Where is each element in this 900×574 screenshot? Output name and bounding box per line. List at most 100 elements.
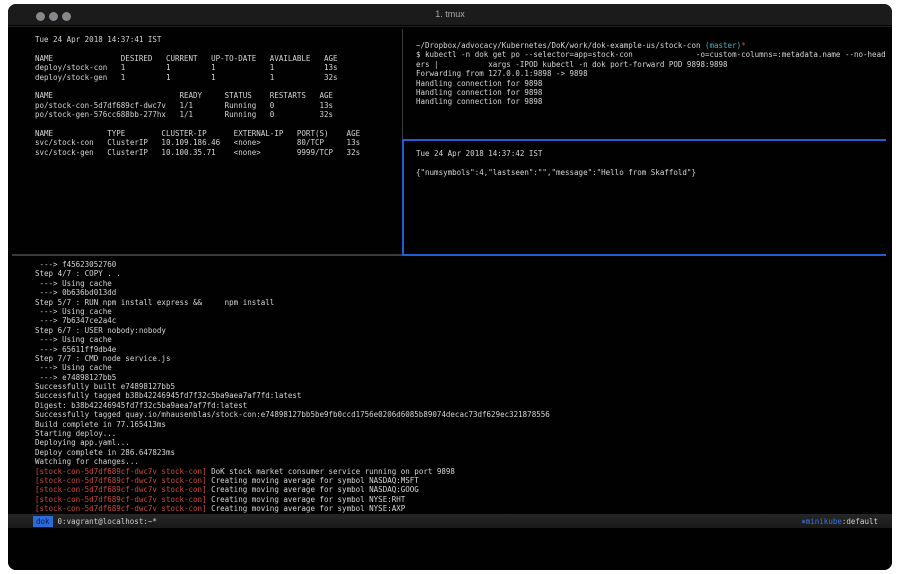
terminal-text-segment: ---> Using cache bbox=[35, 307, 112, 316]
terminal-text-segment: ~/Dropbox/advocacy/Kubernetes/DoK/work/d… bbox=[416, 41, 705, 50]
terminal-text-segment: ---> Using cache bbox=[35, 335, 112, 344]
terminal-text-segment: [stock-con-5d7df689cf-dwc7v stock-con] bbox=[35, 504, 207, 513]
terminal-text-segment: ---> f45623052760 bbox=[35, 260, 116, 269]
terminal-line: Step 4/7 : COPY . . bbox=[35, 269, 892, 278]
terminal-line: Build complete in 77.165413ms bbox=[35, 420, 892, 429]
terminal-line: ---> Using cache bbox=[35, 279, 892, 288]
terminal-text-segment: (master) bbox=[705, 41, 741, 50]
terminal-text-segment: Successfully tagged quay.io/mhausenblas/… bbox=[35, 410, 550, 419]
terminal-text-segment: po/stock-gen-576cc688bb-277hx 1/1 Runnin… bbox=[35, 110, 333, 119]
pane-skaffold-log[interactable]: ---> f45623052760Step 4/7 : COPY . . ---… bbox=[8, 256, 892, 513]
terminal-text-segment: ---> 65611ff9db4e bbox=[35, 345, 116, 354]
terminal-text-segment: Handling connection for 9898 bbox=[416, 88, 542, 97]
window-list-item[interactable]: 0:vagrant@localhost:~* bbox=[58, 517, 157, 526]
terminal-text-segment: Deploy complete in 286.647823ms bbox=[35, 448, 175, 457]
terminal-text-segment: NAME DESIRED CURRENT UP-TO-DATE AVAILABL… bbox=[35, 54, 338, 63]
terminal-line: NAME DESIRED CURRENT UP-TO-DATE AVAILABL… bbox=[35, 54, 402, 63]
titlebar: 1. tmux bbox=[8, 4, 892, 26]
terminal-line: $ kubectl -n dok get po --selector=app=s… bbox=[416, 50, 886, 59]
terminal-line: ers | xargs -IPOD kubectl -n dok port-fo… bbox=[416, 60, 886, 69]
tmux-terminal: Tue 24 Apr 2018 14:37:41 IST NAME DESIRE… bbox=[8, 26, 892, 570]
pane-kubectl-watch[interactable]: Tue 24 Apr 2018 14:37:41 IST NAME DESIRE… bbox=[8, 27, 402, 254]
terminal-text-segment: Creating moving average for symbol NASDA… bbox=[207, 485, 419, 494]
terminal-line: Tue 24 Apr 2018 14:37:42 IST bbox=[416, 149, 886, 158]
pane-divider-vertical-inactive bbox=[402, 29, 403, 139]
terminal-line: ---> 7b6347ce2a4c bbox=[35, 316, 892, 325]
terminal-text-segment: Successfully built e74898127bb5 bbox=[35, 382, 175, 391]
pane-service-output[interactable]: Tue 24 Apr 2018 14:37:42 IST {"numsymbol… bbox=[410, 141, 886, 254]
terminal-text-segment: Creating moving average for symbol NYSE:… bbox=[207, 504, 406, 513]
terminal-text-segment: svc/stock-con ClusterIP 10.109.186.46 <n… bbox=[35, 138, 360, 147]
terminal-line: deploy/stock-con 1 1 1 1 13s bbox=[35, 63, 402, 72]
terminal-text-segment: Forwarding from 127.0.0.1:9898 -> 9898 bbox=[416, 69, 588, 78]
terminal-line: Forwarding from 127.0.0.1:9898 -> 9898 bbox=[416, 69, 886, 78]
terminal-line: Starting deploy... bbox=[35, 429, 892, 438]
terminal-line bbox=[35, 44, 402, 53]
terminal-line: [stock-con-5d7df689cf-dwc7v stock-con] D… bbox=[35, 467, 892, 476]
kube-context-label: minikube bbox=[806, 517, 842, 526]
terminal-text-segment: Step 4/7 : COPY . . bbox=[35, 269, 121, 278]
tmux-status-bar: dok 0:vagrant@localhost:~* ⎈ minikube :d… bbox=[8, 514, 892, 528]
terminal-text-segment: Creating moving average for symbol NYSE:… bbox=[207, 495, 406, 504]
terminal-line: ---> Using cache bbox=[35, 307, 892, 316]
terminal-window: 1. tmux Tue 24 Apr 2018 14:37:41 IST NAM… bbox=[8, 4, 892, 570]
terminal-line: ---> e74898127bb5 bbox=[35, 373, 892, 382]
terminal-text-segment: ---> Using cache bbox=[35, 363, 112, 372]
terminal-text-segment: [stock-con-5d7df689cf-dwc7v stock-con] bbox=[35, 485, 207, 494]
terminal-line: [stock-con-5d7df689cf-dwc7v stock-con] C… bbox=[35, 504, 892, 513]
terminal-line: ---> 65611ff9db4e bbox=[35, 345, 892, 354]
status-left: dok 0:vagrant@localhost:~* bbox=[33, 516, 157, 527]
terminal-line: Successfully built e74898127bb5 bbox=[35, 382, 892, 391]
terminal-line: Digest: b38b42246945fd7f32c5ba9aea7af7fd… bbox=[35, 401, 892, 410]
terminal-text-segment: Starting deploy... bbox=[35, 429, 116, 438]
terminal-text-segment: Step 6/7 : USER nobody:nobody bbox=[35, 326, 166, 335]
terminal-line: po/stock-gen-576cc688bb-277hx 1/1 Runnin… bbox=[35, 110, 402, 119]
terminal-text-segment: deploy/stock-gen 1 1 1 1 32s bbox=[35, 73, 338, 82]
terminal-line bbox=[35, 120, 402, 129]
terminal-line: [stock-con-5d7df689cf-dwc7v stock-con] C… bbox=[35, 476, 892, 485]
terminal-text-segment: Build complete in 77.165413ms bbox=[35, 420, 166, 429]
terminal-line: Successfully tagged b38b42246945fd7f32c5… bbox=[35, 391, 892, 400]
terminal-line: svc/stock-gen ClusterIP 10.100.35.71 <no… bbox=[35, 148, 402, 157]
terminal-text-segment: Tue 24 Apr 2018 14:37:42 IST bbox=[416, 149, 542, 158]
terminal-line: Successfully tagged quay.io/mhausenblas/… bbox=[35, 410, 892, 419]
terminal-line: [stock-con-5d7df689cf-dwc7v stock-con] C… bbox=[35, 485, 892, 494]
pane-divider-horizontal-bottom-active bbox=[402, 254, 886, 256]
terminal-line: Handling connection for 9898 bbox=[416, 88, 886, 97]
terminal-line: po/stock-con-5d7df689cf-dwc7v 1/1 Runnin… bbox=[35, 101, 402, 110]
terminal-text-segment: {"numsymbols":4,"lastseen":"","message":… bbox=[416, 168, 696, 177]
terminal-text-segment: DoK stock market consumer service runnin… bbox=[207, 467, 455, 476]
terminal-text-segment: [stock-con-5d7df689cf-dwc7v stock-con] bbox=[35, 495, 207, 504]
terminal-line: {"numsymbols":4,"lastseen":"","message":… bbox=[416, 168, 886, 177]
terminal-line: Deploy complete in 286.647823ms bbox=[35, 448, 892, 457]
terminal-line: Tue 24 Apr 2018 14:37:41 IST bbox=[35, 35, 402, 44]
terminal-text-segment: ---> Using cache bbox=[35, 279, 112, 288]
terminal-line: ---> 0b636bd013dd bbox=[35, 288, 892, 297]
terminal-line: ---> Using cache bbox=[35, 335, 892, 344]
terminal-line: Step 5/7 : RUN npm install express && np… bbox=[35, 298, 892, 307]
pane-divider-horizontal-right-active bbox=[404, 139, 886, 141]
terminal-text-segment: deploy/stock-con 1 1 1 1 13s bbox=[35, 63, 338, 72]
terminal-text-segment: NAME READY STATUS RESTARTS AGE bbox=[35, 91, 333, 100]
terminal-line bbox=[35, 82, 402, 91]
terminal-text-segment: Step 5/7 : RUN npm install express && np… bbox=[35, 298, 274, 307]
pane-divider-horizontal-left-inactive bbox=[12, 254, 402, 256]
terminal-text-segment: ---> 0b636bd013dd bbox=[35, 288, 116, 297]
terminal-line: Deploying app.yaml... bbox=[35, 438, 892, 447]
terminal-text-segment: Handling connection for 9898 bbox=[416, 97, 542, 106]
terminal-text-segment: Creating moving average for symbol NASDA… bbox=[207, 476, 419, 485]
terminal-line: Handling connection for 9898 bbox=[416, 97, 886, 106]
terminal-text-segment: $ kubectl -n dok get po --selector=app=s… bbox=[416, 50, 886, 59]
terminal-line bbox=[416, 158, 886, 167]
status-right: ⎈ minikube :default bbox=[801, 517, 878, 526]
terminal-line: ~/Dropbox/advocacy/Kubernetes/DoK/work/d… bbox=[416, 41, 886, 50]
terminal-text-segment: * bbox=[741, 41, 746, 50]
terminal-line: Handling connection for 9898 bbox=[416, 79, 886, 88]
terminal-text-segment: Deploying app.yaml... bbox=[35, 438, 130, 447]
terminal-line: Step 6/7 : USER nobody:nobody bbox=[35, 326, 892, 335]
terminal-line: Watching for changes... bbox=[35, 457, 892, 466]
terminal-text-segment: NAME TYPE CLUSTER-IP EXTERNAL-IP PORT(S)… bbox=[35, 129, 360, 138]
terminal-line: NAME READY STATUS RESTARTS AGE bbox=[35, 91, 402, 100]
pane-port-forward[interactable]: ~/Dropbox/advocacy/Kubernetes/DoK/work/d… bbox=[410, 27, 886, 139]
terminal-text-segment: Handling connection for 9898 bbox=[416, 79, 542, 88]
